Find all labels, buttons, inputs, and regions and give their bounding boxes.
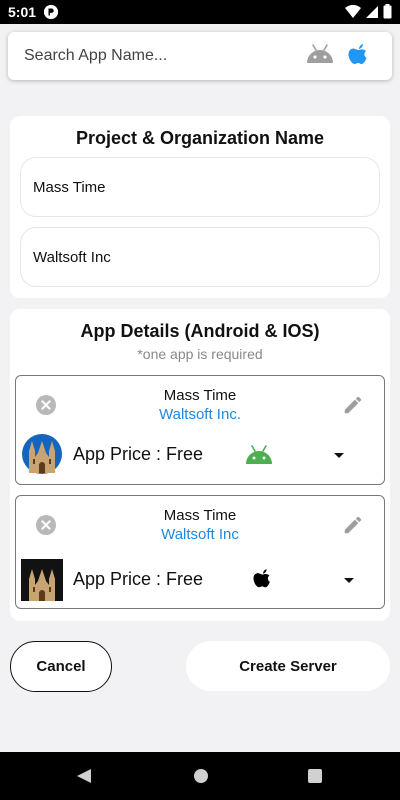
recents-icon[interactable] [308, 769, 322, 788]
project-name-field[interactable] [20, 157, 380, 217]
edit-icon[interactable] [342, 394, 364, 421]
status-bar: 5:01 [0, 0, 400, 24]
apple-filter-icon[interactable] [348, 43, 370, 74]
app-item-price: App Price : Free [73, 569, 204, 589]
search-input[interactable] [24, 32, 294, 80]
organization-name-field[interactable] [20, 227, 380, 287]
back-icon[interactable] [76, 768, 92, 789]
notification-app-icon [44, 5, 58, 19]
battery-icon [383, 4, 392, 24]
android-platform-icon [245, 445, 273, 470]
app-item-android: Mass Time Waltsoft Inc. App Price : Free [15, 375, 385, 485]
edit-icon[interactable] [342, 514, 364, 541]
status-time: 5:01 [8, 4, 37, 20]
home-icon[interactable] [193, 768, 209, 789]
cancel-button[interactable]: Cancel [10, 641, 112, 692]
app-logo-icon [21, 559, 63, 606]
apple-platform-icon [253, 568, 273, 597]
search-bar [8, 32, 392, 80]
app-logo-icon [21, 433, 63, 480]
remove-app-button[interactable] [36, 515, 56, 535]
signal-icon [365, 5, 379, 24]
app-item-name: Mass Time [163, 387, 237, 404]
platform-dropdown[interactable] [334, 453, 344, 458]
app-item-ios: Mass Time Waltsoft Inc App Price : Free [15, 495, 385, 609]
app-item-organization: Waltsoft Inc. [159, 406, 241, 423]
app-item-price: App Price : Free [73, 444, 204, 464]
project-card-title: Project & Organization Name [75, 128, 325, 148]
project-card: Project & Organization Name [10, 116, 390, 298]
create-server-button[interactable]: Create Server [186, 641, 390, 691]
app-details-title: App Details (Android & IOS) [80, 321, 320, 341]
app-item-name: Mass Time [163, 507, 237, 524]
android-filter-icon[interactable] [306, 43, 334, 70]
app-details-note: *one app is required [137, 346, 263, 362]
wifi-icon [345, 4, 361, 24]
app-item-organization: Waltsoft Inc [161, 526, 239, 543]
app-details-card: App Details (Android & IOS) *one app is … [10, 309, 390, 621]
platform-dropdown[interactable] [344, 578, 354, 583]
navigation-bar [0, 752, 400, 800]
remove-app-button[interactable] [36, 395, 56, 415]
